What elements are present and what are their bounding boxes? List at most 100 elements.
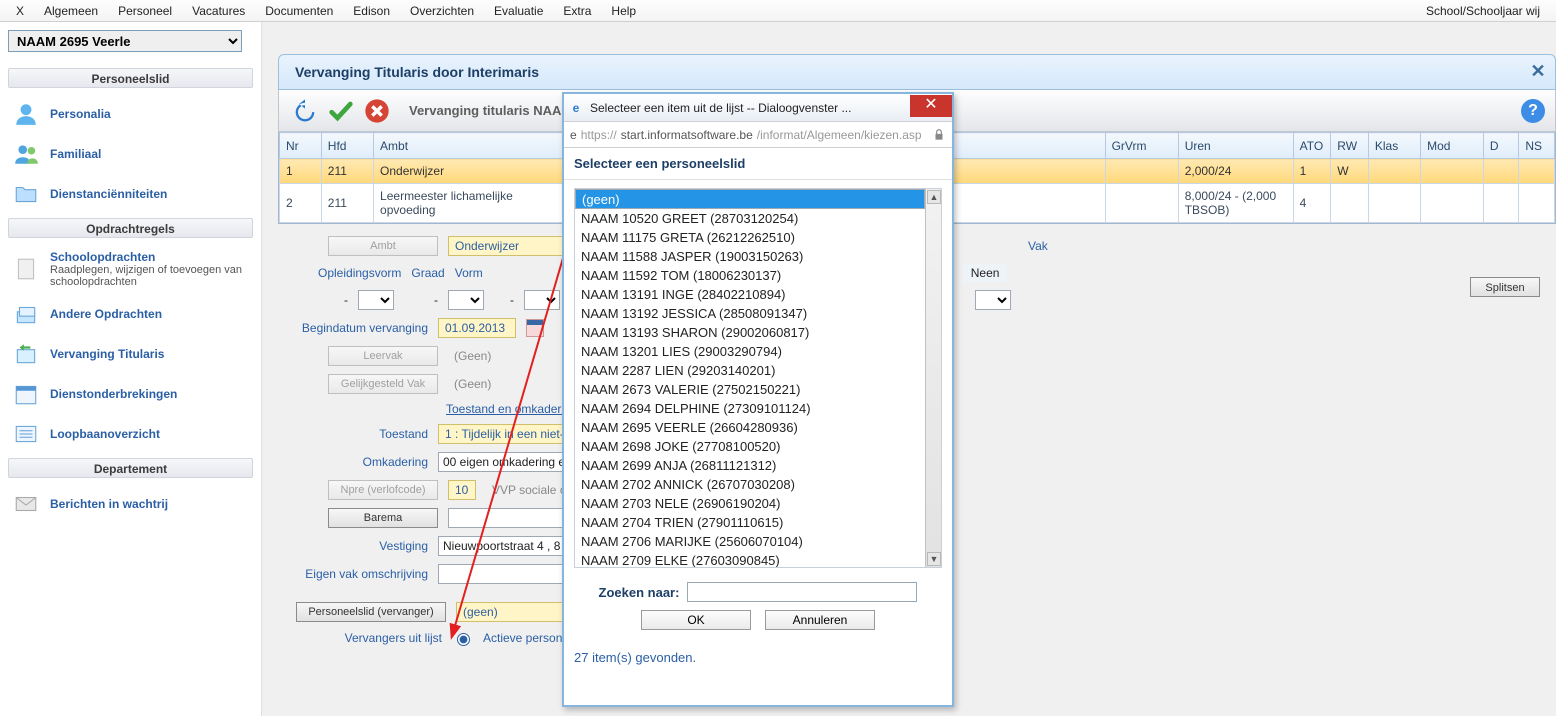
zoeken-input[interactable] xyxy=(687,582,917,602)
list-item[interactable]: NAAM 13193 SHARON (29002060817) xyxy=(575,323,925,342)
list-item[interactable]: NAAM 13192 JESSICA (28508091347) xyxy=(575,304,925,323)
list-item[interactable]: NAAM 2702 ANNICK (26707030208) xyxy=(575,475,925,494)
list-item[interactable]: NAAM 2706 MARIJKE (25606070104) xyxy=(575,532,925,551)
vervangers-label: Vervangers uit lijst xyxy=(278,631,442,645)
sidebar-item-andere-opdrachten[interactable]: Andere Opdrachten xyxy=(8,294,253,334)
vestiging-value[interactable]: Nieuwpoortstraat 4 , 8 xyxy=(438,536,578,556)
mail-icon xyxy=(12,490,40,518)
menu-help[interactable]: Help xyxy=(601,1,646,21)
opleidingsvorm-label: Opleidingsvorm xyxy=(318,266,401,280)
list-item[interactable]: NAAM 13191 INGE (28402210894) xyxy=(575,285,925,304)
vervangers-radio-actieve[interactable] xyxy=(457,633,470,646)
barema-input[interactable] xyxy=(448,508,578,528)
list-item[interactable]: NAAM 2287 LIEN (29203140201) xyxy=(575,361,925,380)
eigenvak-input[interactable] xyxy=(438,564,568,584)
sidebar-item-personalia[interactable]: Personalia xyxy=(8,94,253,134)
list-item[interactable]: (geen) xyxy=(575,189,925,209)
right-select[interactable] xyxy=(975,290,1011,310)
omkadering-label: Omkadering xyxy=(278,455,428,469)
personeelslid-select[interactable]: NAAM 2695 Veerle xyxy=(8,30,242,52)
dialog-footer: 27 item(s) gevonden. xyxy=(564,640,952,675)
splitsen-button[interactable]: Splitsen xyxy=(1470,277,1540,297)
sidebar-item-label: Familiaal xyxy=(50,147,101,161)
sidebar: NAAM 2695 Veerle Personeelslid Personali… xyxy=(0,22,262,716)
sidebar-item-familiaal[interactable]: Familiaal xyxy=(8,134,253,174)
list-item[interactable]: NAAM 10520 GREET (28703120254) xyxy=(575,209,925,228)
menu-overzichten[interactable]: Overzichten xyxy=(400,1,484,21)
list-item[interactable]: NAAM 2699 ANJA (26811121312) xyxy=(575,456,925,475)
personeelslid-vervanger-button[interactable]: Personeelslid (vervanger) xyxy=(296,602,446,622)
sidebar-item-dienstonderbrekingen[interactable]: Dienstonderbrekingen xyxy=(8,374,253,414)
opleidingsvorm-select[interactable] xyxy=(358,290,394,310)
menu-school-schooljaar[interactable]: School/Schooljaar wij xyxy=(1426,4,1550,18)
document-icon xyxy=(12,255,40,283)
list-item[interactable]: NAAM 2694 DELPHINE (27309101124) xyxy=(575,399,925,418)
sidebar-item-label: Loopbaanoverzicht xyxy=(50,427,160,441)
list-item[interactable]: NAAM 11175 GRETA (26212262510) xyxy=(575,228,925,247)
section-personeelslid: Personeelslid xyxy=(8,68,253,88)
menu-edison[interactable]: Edison xyxy=(343,1,400,21)
undo-button[interactable] xyxy=(289,95,321,127)
list-item[interactable]: NAAM 11592 TOM (18006230137) xyxy=(575,266,925,285)
vestiging-label: Vestiging xyxy=(278,539,428,553)
toestand-value[interactable]: 1 : Tijdelijk in een niet- xyxy=(438,424,571,444)
list-item[interactable]: NAAM 2704 TRIEN (27901110615) xyxy=(575,513,925,532)
dialog-close-button[interactable]: ✕ xyxy=(910,95,952,117)
scroll-up-icon[interactable]: ▲ xyxy=(927,190,941,204)
dialog-titlebar[interactable]: e Selecteer een item uit de lijst -- Dia… xyxy=(564,94,952,122)
list-item[interactable]: NAAM 2709 ELKE (27603090845) xyxy=(575,551,925,567)
personeelslid-vervanger-value: (geen) xyxy=(456,602,566,622)
leervak-value: (Geen) xyxy=(448,347,497,365)
calendar-picker-icon[interactable] xyxy=(526,319,544,337)
ambt-button: Ambt xyxy=(328,236,438,256)
vorm-select[interactable] xyxy=(524,290,560,310)
sidebar-item-schoolopdrachten[interactable]: Schoolopdrachten Raadplegen, wijzigen of… xyxy=(8,244,253,294)
list-item[interactable]: NAAM 2698 JOKE (27708100520) xyxy=(575,437,925,456)
sidebar-item-vervanging-titularis[interactable]: Vervanging Titularis xyxy=(8,334,253,374)
list-item[interactable]: NAAM 2703 NELE (26906190204) xyxy=(575,494,925,513)
sidebar-item-label: Berichten in wachtrij xyxy=(50,497,168,511)
npre-button: Npre (verlofcode) xyxy=(328,480,438,500)
dialog-ok-button[interactable]: OK xyxy=(641,610,751,630)
content: Vervanging Titularis door Interimaris ✕ … xyxy=(262,22,1556,716)
list-item[interactable]: NAAM 2673 VALERIE (27502150221) xyxy=(575,380,925,399)
ie-icon: e xyxy=(570,128,577,142)
menu-x[interactable]: X xyxy=(6,1,34,21)
menu-evaluatie[interactable]: Evaluatie xyxy=(484,1,553,21)
menu-algemeen[interactable]: Algemeen xyxy=(34,1,108,21)
select-personeelslid-dialog: e Selecteer een item uit de lijst -- Dia… xyxy=(562,92,954,707)
menu-personeel[interactable]: Personeel xyxy=(108,1,182,21)
menu-vacatures[interactable]: Vacatures xyxy=(182,1,255,21)
person-icon xyxy=(12,100,40,128)
menu-documenten[interactable]: Documenten xyxy=(255,1,343,21)
vervangers-option-label: Actieve person xyxy=(483,631,562,645)
zoeken-label: Zoeken naar: xyxy=(599,585,680,600)
list-item[interactable]: NAAM 11588 JASPER (19003150263) xyxy=(575,247,925,266)
menubar: X Algemeen Personeel Vacatures Documente… xyxy=(0,0,1556,22)
toestand-header: Toestand en omkadering xyxy=(446,402,577,416)
scroll-down-icon[interactable]: ▼ xyxy=(927,552,941,566)
sidebar-item-label: Personalia xyxy=(50,107,111,121)
list-icon xyxy=(12,420,40,448)
menu-extra[interactable]: Extra xyxy=(553,1,601,21)
begindatum-value[interactable]: 01.09.2013 xyxy=(438,318,516,338)
listbox-scrollbar[interactable]: ▲ ▼ xyxy=(925,189,941,567)
sidebar-item-dienstancienniteiten[interactable]: Dienstanciënniteiten xyxy=(8,174,253,214)
sidebar-item-loopbaanoverzicht[interactable]: Loopbaanoverzicht xyxy=(8,414,253,454)
omkadering-value[interactable]: 00 eigen omkadering e xyxy=(438,452,578,472)
barema-button[interactable]: Barema xyxy=(328,508,438,528)
list-item[interactable]: NAAM 13201 LIES (29003290794) xyxy=(575,342,925,361)
personeelslid-listbox[interactable]: (geen)NAAM 10520 GREET (28703120254)NAAM… xyxy=(574,188,942,568)
cancel-button[interactable] xyxy=(361,95,393,127)
window-close-icon[interactable]: ✕ xyxy=(1529,63,1547,81)
dialog-cancel-button[interactable]: Annuleren xyxy=(765,610,875,630)
npre-value: 10 xyxy=(448,480,476,500)
graad-label: Graad xyxy=(411,266,444,280)
confirm-button[interactable] xyxy=(325,95,357,127)
dialog-header: Selecteer een personeelslid xyxy=(564,148,952,180)
sidebar-item-berichten[interactable]: Berichten in wachtrij xyxy=(8,484,253,524)
graad-select[interactable] xyxy=(448,290,484,310)
leervak-button: Leervak xyxy=(328,346,438,366)
help-icon[interactable]: ? xyxy=(1521,99,1545,123)
list-item[interactable]: NAAM 2695 VEERLE (26604280936) xyxy=(575,418,925,437)
